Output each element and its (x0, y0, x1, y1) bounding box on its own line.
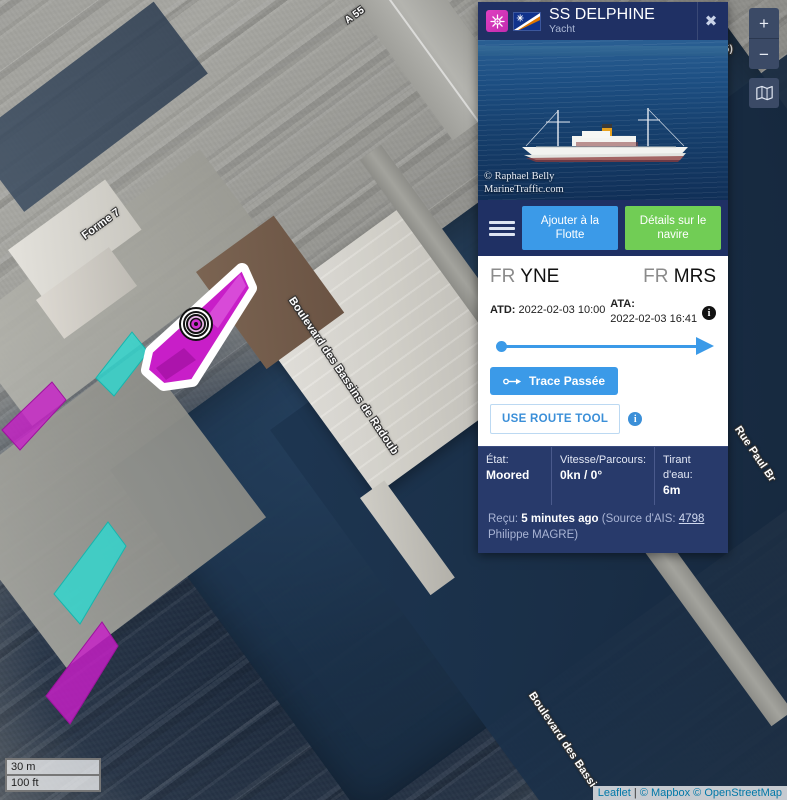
dest-port-code: MRS (673, 266, 716, 287)
received-value: 5 minutes ago (521, 513, 599, 525)
origin-port-code: YNE (520, 266, 560, 287)
marine-traffic-map-app: A 55 Forme 7 Boulevard des Bassins de Ra… (0, 0, 787, 800)
route-info-icon[interactable]: i (702, 306, 716, 320)
atd-value: 2022-02-03 10:00 (518, 304, 606, 316)
vessel-title-group: SS DELPHINE Yacht (549, 7, 655, 36)
route-section: FR YNE FR MRS ATD: 2022-02-03 10:00 ATA:… (478, 256, 728, 363)
status-state-label: État: (486, 454, 509, 466)
ata-label: ATA: (610, 298, 635, 310)
times-row: ATD: 2022-02-03 10:00 ATA: 2022-02-03 16… (490, 297, 716, 327)
progress-arrow-icon (696, 337, 714, 355)
past-track-button[interactable]: Trace Passée (490, 367, 619, 395)
photo-credit-author: © Raphael Belly (484, 171, 555, 182)
status-draught: Tirant d'eau: 6m (655, 447, 728, 505)
past-track-label: Trace Passée (529, 374, 606, 388)
progress-origin-dot (496, 341, 507, 352)
ata-block: ATA: 2022-02-03 16:41 (610, 297, 697, 327)
vessel-info-popup: SS DELPHINE Yacht ✖ © Raphael Belly Mari… (478, 2, 728, 553)
map-layers-button[interactable] (749, 78, 779, 108)
status-speed-label: Vitesse/Parcours: (560, 454, 647, 466)
vessel-type-badge-icon (486, 10, 508, 32)
route-tool-info-icon[interactable]: i (628, 412, 643, 426)
selected-vessel-marker[interactable] (122, 252, 282, 402)
zoom-out-button[interactable]: − (749, 39, 779, 69)
vessel-photo[interactable]: © Raphael Belly MarineTraffic.com (478, 40, 728, 200)
scale-bar: 30 m 100 ft (5, 758, 101, 792)
ship-wheel-icon (489, 13, 505, 29)
voyage-progress-bar (492, 335, 714, 357)
origin-country-code: FR (490, 266, 516, 287)
attribution-separator: | (633, 787, 637, 799)
marshall-islands-flag-icon (513, 11, 541, 31)
dest-country-code: FR (643, 266, 669, 287)
origin-port[interactable]: FR YNE (490, 266, 559, 288)
vessel-details-button[interactable]: Détails sur le navire (625, 206, 721, 250)
scale-metric: 30 m (5, 758, 101, 774)
status-speed-value: 0kn / 0° (560, 468, 603, 482)
tools-section: Trace Passée USE ROUTE TOOL i (478, 363, 728, 446)
add-to-fleet-button[interactable]: Ajouter à la Flotte (522, 206, 618, 250)
attribution-osm-link[interactable]: © OpenStreetMap (693, 787, 782, 799)
ata-value: 2022-02-03 16:41 (610, 313, 698, 325)
atd-label: ATD: (490, 304, 516, 316)
close-icon[interactable]: ✖ (697, 2, 724, 40)
attribution-mapbox-link[interactable]: © Mapbox (640, 787, 690, 799)
vessel-polygon-magenta-1[interactable] (0, 380, 70, 455)
map-layers-icon (755, 85, 773, 101)
use-route-tool-button[interactable]: USE ROUTE TOOL (490, 404, 621, 434)
route-tool-row: USE ROUTE TOOL i (490, 404, 716, 434)
progress-line (500, 345, 696, 348)
vessel-center-target (179, 307, 213, 341)
zoom-in-button[interactable]: + (749, 8, 779, 39)
popup-header: SS DELPHINE Yacht ✖ (478, 2, 728, 40)
destination-port[interactable]: FR MRS (643, 266, 716, 288)
status-draught-value: 6m (663, 483, 681, 497)
vessel-polygon-cyan-2[interactable] (50, 520, 130, 630)
status-state-value: Moored (486, 468, 530, 482)
ports-row: FR YNE FR MRS (490, 266, 716, 288)
ais-reception-info: Reçu: 5 minutes ago (Source d'AIS: 4798 … (478, 505, 728, 553)
popup-action-bar: Ajouter à la Flotte Détails sur le navir… (478, 200, 728, 256)
photo-credit-site: MarineTraffic.com (484, 184, 564, 195)
zoom-controls[interactable]: + − (749, 8, 779, 108)
atd-block: ATD: 2022-02-03 10:00 (490, 297, 605, 318)
ais-source-prefix: (Source d'AIS: (601, 513, 676, 525)
menu-icon[interactable] (485, 220, 515, 236)
status-state: État: Moored (478, 447, 552, 505)
vessel-name: SS DELPHINE (549, 6, 655, 23)
ais-source-name: Philippe MAGRE) (488, 529, 579, 541)
track-icon (503, 377, 522, 386)
vessel-type: Yacht (549, 23, 576, 36)
received-label: Reçu: (488, 513, 519, 525)
photo-horizon (478, 46, 728, 56)
attribution-leaflet-link[interactable]: Leaflet (598, 787, 631, 799)
ais-source-id-link[interactable]: 4798 (679, 513, 705, 525)
vessel-photo-ship (522, 108, 688, 162)
vessel-status-grid: État: Moored Vitesse/Parcours: 0kn / 0° … (478, 446, 728, 505)
status-speed-course: Vitesse/Parcours: 0kn / 0° (552, 447, 656, 505)
status-draught-label: Tirant d'eau: (663, 454, 693, 481)
photo-credit: © Raphael Belly MarineTraffic.com (484, 170, 564, 196)
map-attribution: Leaflet | © Mapbox © OpenStreetMap (592, 786, 787, 800)
scale-imperial: 100 ft (5, 774, 101, 792)
vessel-polygon-magenta-2[interactable] (42, 620, 122, 730)
